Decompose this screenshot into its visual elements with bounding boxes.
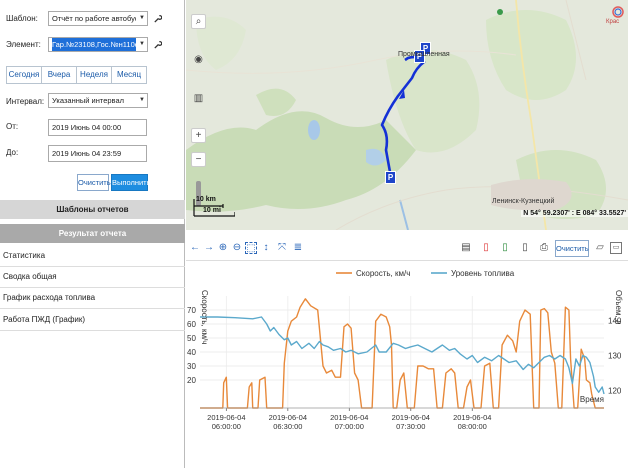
template-label: Шаблон: (6, 14, 38, 23)
legend-label: Скорость, км/ч (356, 269, 410, 278)
tab-month[interactable]: Месяц (112, 67, 146, 83)
x-tick-time: 06:00:00 (212, 422, 241, 431)
chart-legend: Скорость, км/ч Уровень топлива (336, 269, 515, 278)
map-scale: 10 km 10 mi (193, 196, 235, 218)
x-tick-time: 07:00:00 (335, 422, 364, 431)
town-label: Промышленная (398, 51, 450, 58)
y-left-tick-label: 60 (187, 320, 196, 329)
chart-toolbar: ← → ⊕ ⊖ ⬚ ↕ ⤧ ≣ ▤ ▯ ▯ ▯ ⎙ Очистить ▱ ▭ (186, 236, 628, 261)
x-axis-title: Время (580, 395, 604, 404)
list-item[interactable]: График расхода топлива (0, 288, 185, 309)
x-tick-date: 2019-06-04 (392, 413, 430, 422)
y-right-tick-label: 130 (608, 352, 622, 361)
chart-axes: 7060504030201401301202019-06-0406:00:002… (187, 290, 623, 431)
template-select[interactable]: Отчёт по работе автобуса (1e( ▼ (48, 11, 148, 26)
period-tabs: Сегодня Вчера Неделя Месяц (6, 66, 147, 84)
vertical-zoom-icon[interactable]: ↕ (260, 242, 272, 254)
arrow-right-icon[interactable]: → (203, 242, 215, 254)
y-left-axis-title: Скорость, км/ч (200, 290, 209, 344)
element-value: Гар.№23108,Гос.№н110еу (52, 38, 136, 51)
interval-value: Указанный интервал (52, 96, 124, 105)
templates-header[interactable]: Шаблоны отчетов (0, 200, 185, 219)
clear-button[interactable]: Очистить (77, 174, 111, 191)
zoom-in-icon[interactable]: + (191, 128, 206, 143)
chart-series (200, 298, 605, 409)
list-item[interactable]: Работа ПЖД (График) (0, 310, 185, 331)
x-tick-date: 2019-06-04 (269, 413, 307, 422)
chevron-down-icon: ▼ (139, 41, 145, 47)
element-label: Элемент: (6, 40, 41, 49)
list-item[interactable]: Сводка общая (0, 267, 185, 288)
x-tick-date: 2019-06-04 (330, 413, 368, 422)
interval-select[interactable]: Указанный интервал ▼ (48, 93, 148, 108)
y-right-axis-title: Объем, л (614, 290, 623, 325)
x-tick-time: 07:30:00 (396, 422, 425, 431)
y-left-tick-label: 40 (187, 348, 196, 357)
table-icon[interactable]: ▤ (460, 242, 472, 254)
map-canvas (186, 0, 628, 230)
excel-icon[interactable]: ▯ (499, 242, 511, 254)
zoom-out-icon[interactable]: − (191, 152, 206, 167)
zoom-in-icon[interactable]: ⊕ (217, 242, 229, 254)
map-view[interactable]: P P P Промышленная Ленинск-Кузнецкий Кра… (186, 0, 628, 230)
x-tick-date: 2019-06-04 (453, 413, 491, 422)
from-label: От: (6, 122, 19, 131)
chevron-down-icon: ▼ (139, 97, 145, 103)
print-icon[interactable]: ⎙ (538, 242, 550, 254)
run-button[interactable]: Выполнить (111, 174, 151, 191)
chart-grid (200, 296, 604, 408)
element-select[interactable]: Гар.№23108,Гос.№н110еу ▼ (48, 37, 148, 52)
arrow-left-icon[interactable]: ← (189, 242, 201, 254)
fuel-level-series-line (200, 316, 605, 395)
cursor-coordinates: N 54° 59.2307' : E 084° 33.5527' (521, 210, 628, 217)
panel-toggle-icon[interactable]: ▭ (610, 242, 622, 254)
chart-svg: Скорость, км/ч Уровень топлива 70 60 50 40 30… (187, 269, 623, 431)
layers-icon[interactable]: ◉ (191, 53, 206, 68)
parking-marker[interactable]: P (385, 171, 396, 184)
tab-today[interactable]: Сегодня (7, 67, 42, 83)
scale-bar (193, 199, 235, 217)
from-date-input[interactable]: 2019 Июнь 04 00:00 (48, 119, 147, 136)
wrench-icon[interactable] (153, 40, 162, 49)
y-left-tick-label: 20 (187, 376, 196, 385)
list-item[interactable]: Статистика (0, 246, 185, 267)
y-left-tick-label: 30 (187, 362, 196, 371)
result-header[interactable]: Результат отчета (0, 224, 185, 243)
report-panel: Шаблон: Отчёт по работе автобуса (1e( ▼ … (0, 0, 185, 468)
zoom-out-icon[interactable]: ⊖ (231, 242, 243, 254)
map-icon[interactable]: ▱ (594, 242, 606, 254)
fit-icon[interactable]: ⤧ (276, 242, 288, 254)
tab-week[interactable]: Неделя (77, 67, 112, 83)
chevron-down-icon: ▼ (139, 15, 145, 21)
interval-label: Интервал: (6, 97, 45, 106)
y-left-tick-label: 50 (187, 334, 196, 343)
pdf-icon[interactable]: ▯ (480, 242, 492, 254)
chart-lines-icon[interactable]: ≣ (292, 242, 304, 254)
to-date-input[interactable]: 2019 Июнь 04 23:59 (48, 145, 147, 162)
clear-chart-button[interactable]: Очистить (555, 240, 589, 257)
fuel-speed-chart[interactable]: Скорость, км/ч Уровень топлива 70 60 50 40 30… (186, 262, 628, 468)
y-right-tick-label: 120 (608, 387, 622, 396)
x-tick-date: 2019-06-04 (207, 413, 245, 422)
x-tick-time: 08:00:00 (458, 422, 487, 431)
y-left-tick-label: 70 (187, 306, 196, 315)
template-value: Отчёт по работе автобуса (1e( (52, 14, 136, 23)
to-label: До: (6, 148, 19, 157)
select-zoom-icon[interactable]: ⬚ (245, 242, 257, 254)
wrench-icon[interactable] (153, 14, 162, 23)
export-icon[interactable]: ▯ (519, 242, 531, 254)
legend-label: Уровень топлива (451, 269, 515, 278)
brand-logo: Крас (606, 19, 620, 25)
tab-yesterday[interactable]: Вчера (42, 67, 77, 83)
speed-series-line (200, 298, 604, 409)
search-icon[interactable]: ⌕ (191, 14, 206, 29)
map-type-icon[interactable]: ▥ (191, 92, 206, 107)
x-tick-time: 06:30:00 (273, 422, 302, 431)
town-label: Ленинск-Кузнецкий (492, 198, 555, 205)
